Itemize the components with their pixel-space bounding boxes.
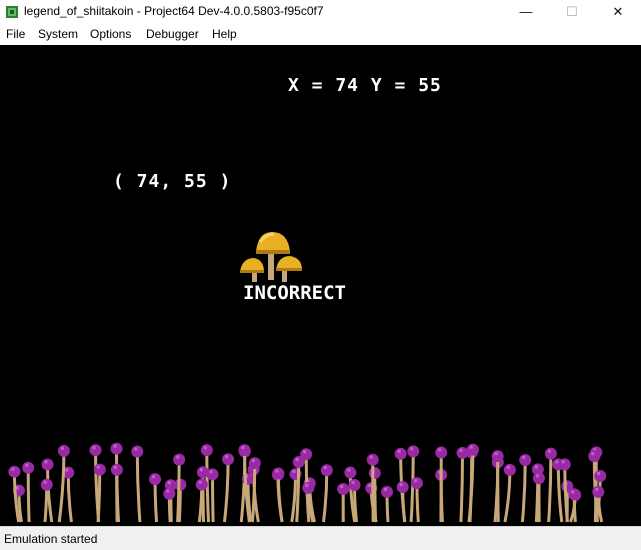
golden-mushroom-icon [240, 232, 302, 282]
coordinate-readout: X = 74 Y = 55 [288, 75, 442, 96]
project64-app-icon [6, 6, 18, 18]
coordinate-pair: ( 74, 55 ) [113, 171, 232, 192]
menu-debugger[interactable]: Debugger [146, 27, 199, 41]
menu-file[interactable]: File [6, 27, 25, 41]
menu-system[interactable]: System [38, 27, 78, 41]
menu-bar: File System Options Debugger Help [0, 24, 641, 46]
close-button[interactable]: ✕ [595, 0, 641, 24]
status-bar: Emulation started [0, 526, 641, 550]
menu-options[interactable]: Options [90, 27, 131, 41]
purple-mushroom-field [8, 442, 607, 523]
maximize-button[interactable]: ☐ [549, 0, 595, 24]
game-screen[interactable]: X = 74 Y = 55 ( 74, 55 ) INCORRECT [0, 45, 641, 526]
title-bar: legend_of_shiitakoin - Project64 Dev-4.0… [0, 0, 641, 24]
status-text: Emulation started [4, 532, 98, 546]
window-title: legend_of_shiitakoin - Project64 Dev-4.0… [24, 4, 324, 18]
verdict-text: INCORRECT [243, 282, 346, 304]
menu-help[interactable]: Help [212, 27, 237, 41]
minimize-button[interactable]: — [503, 0, 549, 24]
